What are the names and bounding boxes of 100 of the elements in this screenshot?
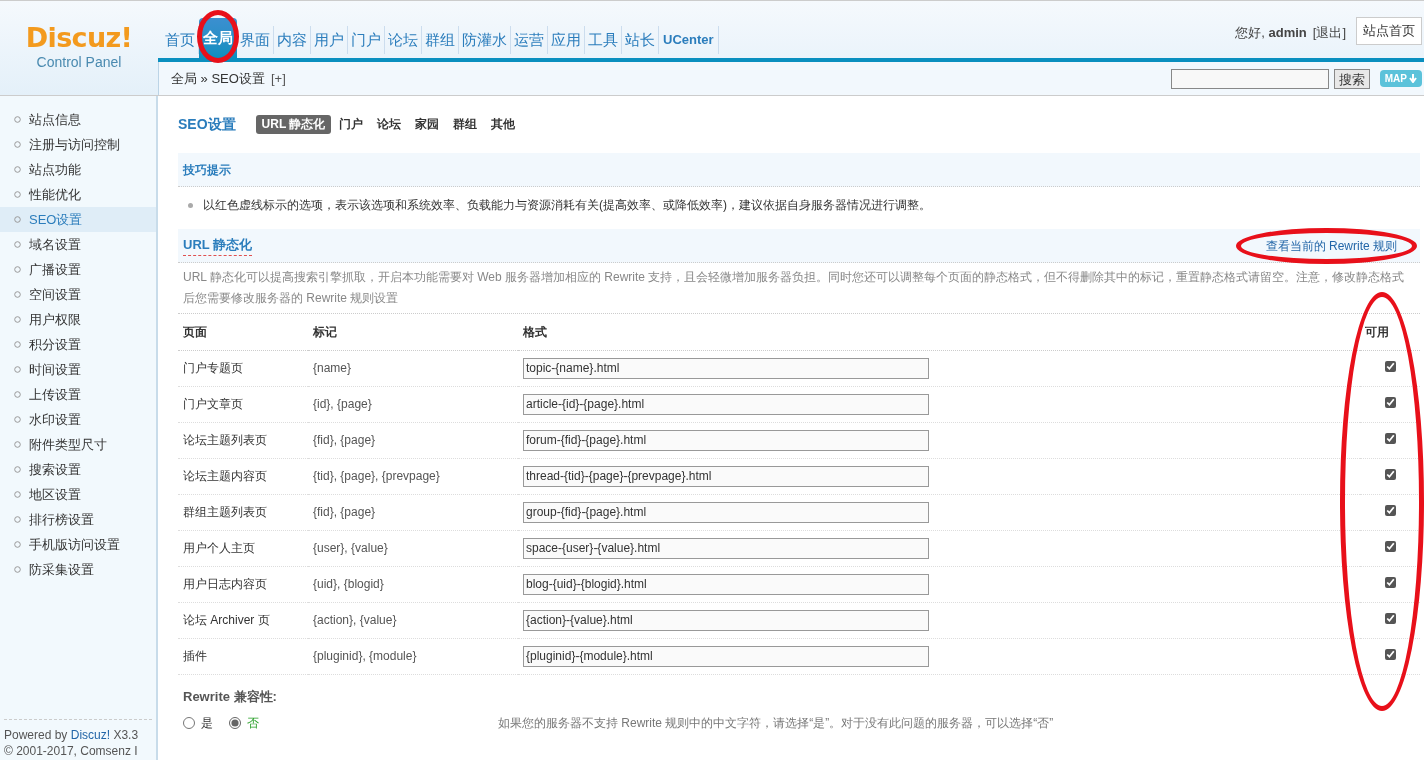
sub-tab[interactable]: 家园 [409, 114, 446, 134]
sub-tab[interactable]: URL 静态化 [255, 114, 332, 134]
circle-bullet-icon [14, 166, 21, 173]
enabled-checkbox[interactable] [1384, 541, 1396, 552]
format-field[interactable]: space-{user}-{value}.html [523, 537, 929, 559]
enabled-checkbox[interactable] [1384, 577, 1396, 588]
sidebar-item[interactable]: 空间设置 [0, 282, 156, 307]
circle-bullet-icon [14, 141, 21, 148]
nav-tab[interactable]: 界面 [237, 26, 274, 54]
search-button[interactable]: 搜索 [1333, 68, 1370, 89]
table-cell: {id}, {page} [313, 397, 372, 411]
sidebar-item[interactable]: 手机版访问设置 [0, 532, 156, 557]
format-field[interactable]: topic-{name}.html [523, 357, 929, 379]
sidebar-item[interactable]: 搜索设置 [0, 457, 156, 482]
radio-button[interactable] [183, 717, 195, 729]
format-field[interactable]: group-{fid}-{page}.html [523, 501, 929, 523]
sidebar-item[interactable]: SEO设置 [0, 207, 156, 232]
sidebar-item[interactable]: 站点功能 [0, 157, 156, 182]
column-header: 格式 [523, 324, 547, 339]
sidebar-item[interactable]: 地区设置 [0, 482, 156, 507]
table-cell: 论坛 Archiver 页 [183, 613, 270, 627]
enabled-checkbox[interactable] [1384, 433, 1396, 444]
table-cell: {name} [313, 361, 352, 375]
sidebar-item[interactable]: 水印设置 [0, 407, 156, 432]
radio-button[interactable] [229, 717, 241, 729]
format-field[interactable]: article-{id}-{page}.html [523, 393, 929, 415]
sidebar-item[interactable]: 站点信息 [0, 107, 156, 132]
format-field[interactable]: {pluginid}-{module}.html [523, 645, 929, 667]
add-shortcut-link[interactable]: [+] [270, 68, 286, 89]
enabled-checkbox[interactable] [1384, 505, 1396, 516]
format-field[interactable]: thread-{tid}-{page}-{prevpage}.html [523, 465, 929, 487]
sidebar-item[interactable]: 附件类型尺寸 [0, 432, 156, 457]
circle-bullet-icon [14, 466, 21, 473]
circle-bullet-icon [14, 366, 21, 373]
enabled-checkbox[interactable] [1384, 397, 1396, 408]
circle-bullet-icon [14, 241, 21, 248]
nav-tab[interactable]: 论坛 [385, 26, 422, 54]
discuz-link[interactable]: Discuz! [70, 728, 111, 742]
nav-tab[interactable]: 内容 [274, 26, 311, 54]
breadcrumb-text: 全局 » SEO设置 [171, 69, 265, 88]
sidebar-item[interactable]: 域名设置 [0, 232, 156, 257]
circle-bullet-icon [14, 441, 21, 448]
tips-heading: 技巧提示 [183, 161, 231, 179]
section-heading: URL 静态化 [183, 235, 253, 256]
table-cell: 门户文章页 [183, 397, 243, 411]
sidebar-item[interactable]: 上传设置 [0, 382, 156, 407]
logo-text: Discuz! [25, 23, 133, 53]
enabled-checkbox[interactable] [1384, 469, 1396, 480]
compat-hint: 如果您的服务器不支持 Rewrite 规则中的中文字符，请选择“是”。对于没有此问题的服务器，可以选择“否” [498, 715, 1054, 732]
sidebar-item[interactable]: 积分设置 [0, 332, 156, 357]
sidebar-item[interactable]: 排行榜设置 [0, 507, 156, 532]
sidebar-item[interactable]: 用户权限 [0, 307, 156, 332]
circle-bullet-icon [14, 291, 21, 298]
sidebar-item[interactable]: 广播设置 [0, 257, 156, 282]
sidebar-item[interactable]: 性能优化 [0, 182, 156, 207]
enabled-checkbox[interactable] [1384, 613, 1396, 624]
table-cell: {tid}, {page}, {prevpage} [313, 469, 440, 483]
table-cell: {fid}, {page} [313, 505, 376, 519]
nav-tab[interactable]: 防灌水 [459, 26, 511, 54]
circle-bullet-icon [14, 516, 21, 523]
version-text: X3.3 [113, 728, 139, 742]
nav-tab[interactable]: 应用 [548, 26, 585, 54]
circle-bullet-icon [14, 116, 21, 123]
table-cell: 论坛主题内容页 [183, 469, 267, 483]
nav-tab[interactable]: 用户 [311, 26, 348, 54]
column-header: 页面 [183, 324, 207, 339]
nav-tab[interactable]: UCenter [659, 26, 719, 54]
table-cell: 门户专题页 [183, 361, 243, 375]
rewrite-rules-link[interactable]: 查看当前的 Rewrite 规则 [1265, 238, 1397, 253]
sub-tab[interactable]: 论坛 [371, 114, 408, 134]
sidebar-item[interactable]: 防采集设置 [0, 557, 156, 582]
circle-bullet-icon [14, 416, 21, 423]
table-cell: {action}, {value} [313, 613, 397, 627]
enabled-checkbox[interactable] [1384, 649, 1396, 660]
site-home-button[interactable]: 站点首页 [1356, 17, 1422, 45]
sub-tab[interactable]: 其他 [485, 114, 522, 134]
nav-tab[interactable]: 工具 [585, 26, 622, 54]
greeting-text: 您好, admin [1235, 24, 1307, 42]
nav-tab[interactable]: 门户 [348, 26, 385, 54]
table-cell: {user}, {value} [313, 541, 388, 555]
sidebar-item[interactable]: 时间设置 [0, 357, 156, 382]
circle-bullet-icon [14, 541, 21, 548]
search-field[interactable] [1170, 68, 1329, 89]
format-field[interactable]: forum-{fid}-{page}.html [523, 429, 929, 451]
logout-link[interactable]: [退出] [1312, 17, 1346, 43]
nav-tab[interactable]: 运营 [511, 26, 548, 54]
tip-text: 以红色虚线标示的选项，表示该选项和系统效率、负载能力与资源消耗有关(提高效率、或降低效率)，建议依据自身服务器情况进行调整。 [203, 197, 931, 214]
radio-label: 否 [247, 715, 259, 732]
sub-tab[interactable]: 门户 [333, 114, 370, 134]
compat-label: Rewrite 兼容性: [183, 687, 278, 706]
enabled-checkbox[interactable] [1384, 361, 1396, 372]
table-cell: 论坛主题列表页 [183, 433, 267, 447]
nav-tab[interactable]: 群组 [422, 26, 459, 54]
sub-tab[interactable]: 群组 [447, 114, 484, 134]
table-cell: 用户个人主页 [183, 541, 255, 555]
sidebar-item[interactable]: 注册与访问控制 [0, 132, 156, 157]
format-field[interactable]: blog-{uid}-{blogid}.html [523, 573, 929, 595]
circle-bullet-icon [14, 316, 21, 323]
format-field[interactable]: {action}-{value}.html [523, 609, 929, 631]
nav-tab[interactable]: 站长 [622, 26, 659, 54]
